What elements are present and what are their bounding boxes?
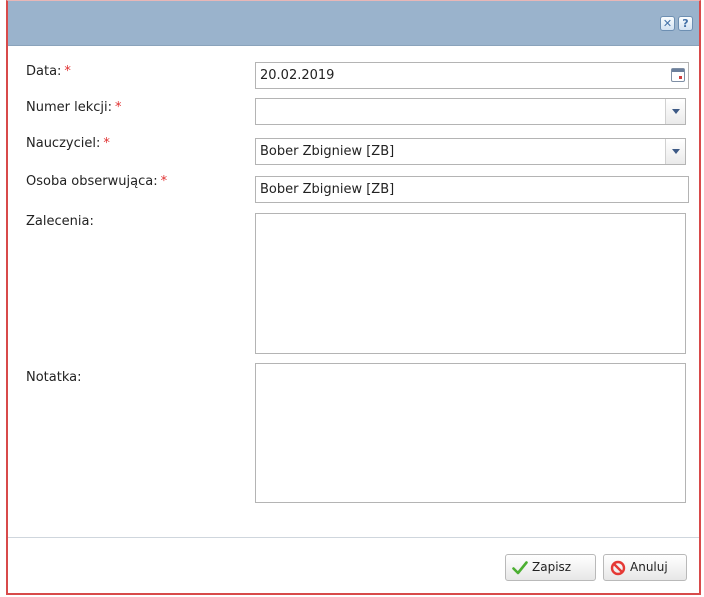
date-value: 20.02.2019 [260, 68, 335, 83]
note-label: Notatka: [26, 370, 82, 385]
footer-divider [8, 537, 699, 538]
recommendations-label: Zalecenia: [26, 214, 94, 229]
save-button[interactable]: Zapisz [505, 554, 596, 581]
calendar-icon[interactable] [671, 68, 685, 82]
lesson-number-select[interactable] [255, 98, 686, 125]
required-asterisk: * [160, 174, 168, 189]
observer-field[interactable]: Bober Zbigniew [ZB] [255, 176, 689, 203]
teacher-select[interactable]: Bober Zbigniew [ZB] [255, 138, 686, 165]
observer-label-text: Osoba obserwująca: [26, 174, 158, 189]
cancel-icon [610, 560, 626, 576]
date-label: Data: * [26, 64, 71, 79]
teacher-value: Bober Zbigniew [ZB] [260, 144, 395, 159]
chevron-down-icon[interactable] [665, 139, 685, 164]
help-icon[interactable]: ? [678, 16, 693, 31]
cancel-button-label: Anuluj [630, 560, 668, 574]
lesson-number-label-text: Numer lekcji: [26, 100, 112, 115]
teacher-label-text: Nauczyciel: [26, 136, 101, 151]
required-asterisk: * [103, 136, 110, 151]
date-label-text: Data: [26, 64, 62, 79]
cancel-button[interactable]: Anuluj [603, 554, 687, 581]
date-field[interactable]: 20.02.2019 [255, 62, 689, 89]
close-icon[interactable]: ✕ [660, 16, 675, 31]
lesson-number-label: Numer lekcji: * [26, 100, 122, 115]
dialog-window: ✕ ? Data: * 20.02.2019 Numer lekcji: * Nau… [6, 0, 701, 595]
save-button-label: Zapisz [532, 560, 572, 574]
chevron-down-icon[interactable] [665, 99, 685, 124]
note-textarea[interactable] [255, 363, 686, 503]
observer-label: Osoba obserwująca: * [26, 174, 167, 189]
required-asterisk: * [64, 64, 71, 79]
required-asterisk: * [115, 100, 122, 115]
teacher-label: Nauczyciel: * [26, 136, 110, 151]
observer-value: Bober Zbigniew [ZB] [260, 182, 395, 197]
checkmark-icon [512, 561, 528, 575]
recommendations-textarea[interactable] [255, 213, 686, 354]
dialog-titlebar: ✕ ? [8, 1, 699, 46]
